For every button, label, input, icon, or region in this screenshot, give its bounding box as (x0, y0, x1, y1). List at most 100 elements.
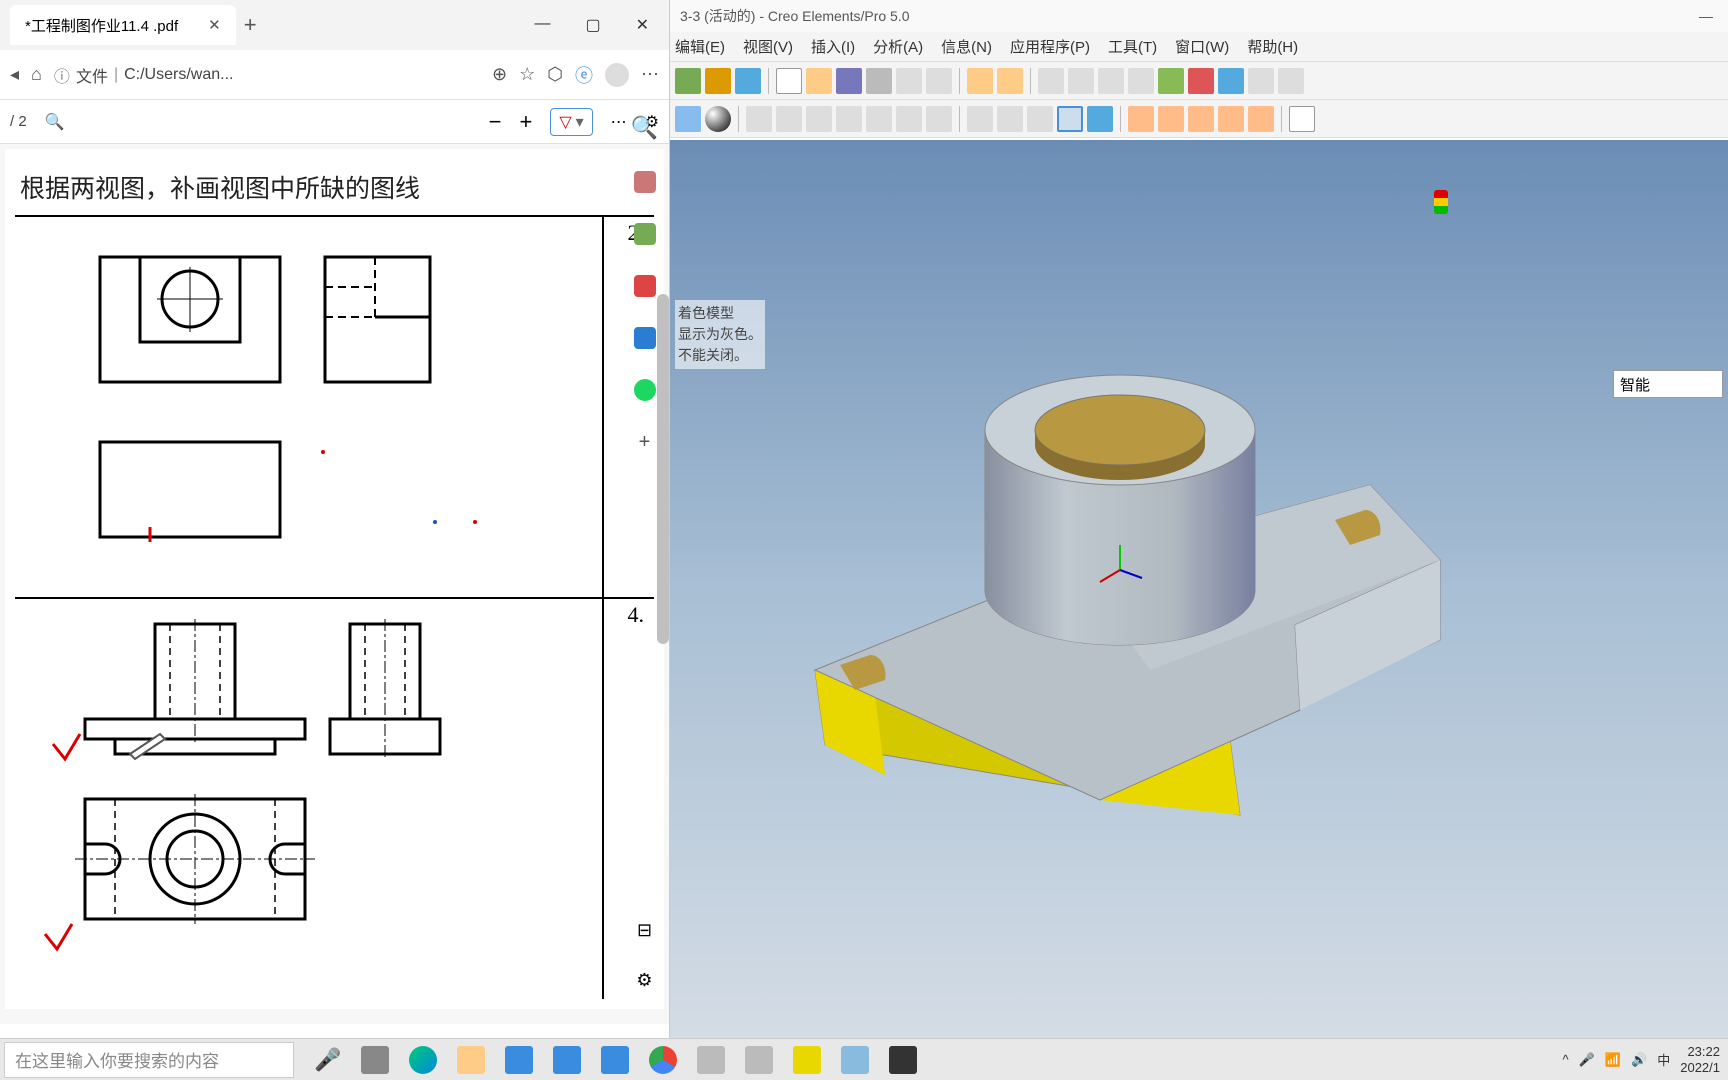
new-tab-button[interactable]: + (244, 12, 257, 38)
zoom-out-icon[interactable] (776, 106, 802, 132)
extensions-icon[interactable]: ⬡ (547, 64, 563, 85)
zoom-in-icon[interactable]: + (519, 109, 532, 135)
open-file-icon[interactable] (806, 68, 832, 94)
paste-icon[interactable] (1098, 68, 1124, 94)
collapse-icon[interactable]: ⊟ (637, 920, 652, 941)
edge-icon[interactable] (409, 1046, 437, 1074)
tool-icon[interactable] (1218, 68, 1244, 94)
tool-icon[interactable] (1087, 106, 1113, 132)
tool-icon[interactable] (926, 68, 952, 94)
new-file-icon[interactable] (776, 68, 802, 94)
menu-info[interactable]: 信息(N) (941, 36, 992, 57)
zoom-in-icon[interactable] (746, 106, 772, 132)
people-icon[interactable] (634, 223, 656, 245)
close-icon[interactable]: ✕ (208, 16, 221, 34)
cut-icon[interactable] (1038, 68, 1064, 94)
explorer-icon[interactable] (457, 1046, 485, 1074)
tool-icon[interactable] (1158, 68, 1184, 94)
creo-taskbar-icon[interactable] (793, 1046, 821, 1074)
menu-help[interactable]: 帮助(H) (1247, 36, 1298, 57)
draw-tool-dropdown[interactable]: ▽▾ (550, 108, 592, 136)
spotify-icon[interactable] (634, 379, 656, 401)
office-icon[interactable] (634, 275, 656, 297)
zoom-fit-icon[interactable] (806, 106, 832, 132)
add-sidebar-icon[interactable]: + (639, 431, 651, 454)
back-icon[interactable]: ◂ (10, 64, 19, 85)
mail-icon[interactable] (505, 1046, 533, 1074)
ie-icon[interactable]: ⓔ (575, 62, 593, 88)
creo-minimize-icon[interactable]: — (1699, 8, 1713, 24)
3d-model[interactable] (740, 270, 1540, 830)
address-text[interactable]: ⓘ 文件 | C:/Users/wan... (54, 63, 234, 87)
taskbar-search[interactable]: 在这里输入你要搜索的内容 (4, 1042, 294, 1078)
home-icon[interactable]: ⌂ (31, 64, 42, 85)
undo-icon[interactable] (967, 68, 993, 94)
menu-tools[interactable]: 工具(T) (1108, 36, 1157, 57)
hidden-line-icon[interactable] (997, 106, 1023, 132)
close-window-icon[interactable]: ✕ (636, 15, 649, 35)
redo-icon[interactable] (997, 68, 1023, 94)
sphere-icon[interactable] (705, 106, 731, 132)
snip-icon[interactable] (601, 1046, 629, 1074)
pdf-content-area[interactable]: 根据两视图，补画视图中所缺的图线 2. (0, 144, 669, 1024)
menu-window[interactable]: 窗口(W) (1175, 36, 1229, 57)
tool-icon[interactable] (1248, 106, 1274, 132)
app-icon[interactable] (745, 1046, 773, 1074)
favorite-icon[interactable]: ☆ (519, 64, 535, 85)
maximize-icon[interactable]: ▢ (585, 15, 600, 35)
menu-view[interactable]: 视图(V) (743, 36, 793, 57)
datum-plane-icon[interactable] (1128, 106, 1154, 132)
search-icon[interactable]: 🔍 (45, 112, 65, 132)
shopping-icon[interactable] (634, 171, 656, 193)
tool-icon[interactable] (675, 106, 701, 132)
browser-tab[interactable]: *工程制图作业11.4 .pdf ✕ (10, 5, 236, 45)
tool-icon[interactable] (896, 106, 922, 132)
tool-icon[interactable] (1188, 68, 1214, 94)
app-icon[interactable] (697, 1046, 725, 1074)
datum-axis-icon[interactable] (1158, 106, 1184, 132)
cortana-icon[interactable]: 🎤 (314, 1047, 341, 1073)
tool-icon[interactable] (1248, 68, 1274, 94)
smart-filter-dropdown[interactable]: 智能 (1613, 370, 1723, 398)
menu-app[interactable]: 应用程序(P) (1010, 36, 1090, 57)
wireframe-icon[interactable] (967, 106, 993, 132)
tool-icon[interactable] (1188, 106, 1214, 132)
tray-up-icon[interactable]: ^ (1563, 1052, 1569, 1067)
tool-icon[interactable] (836, 106, 862, 132)
menu-edit[interactable]: 编辑(E) (675, 36, 725, 57)
tool-icon[interactable] (705, 68, 731, 94)
tool-icon[interactable] (926, 106, 952, 132)
search-sidebar-icon[interactable]: 🔍 (631, 115, 658, 141)
tool-icon[interactable] (1128, 68, 1154, 94)
menu-analysis[interactable]: 分析(A) (873, 36, 923, 57)
zoom-out-icon[interactable]: − (489, 109, 502, 135)
app-icon[interactable] (889, 1046, 917, 1074)
app-icon[interactable] (841, 1046, 869, 1074)
menu-icon[interactable]: ⋯ (641, 64, 659, 85)
copy-icon[interactable] (1068, 68, 1094, 94)
profile-icon[interactable] (605, 63, 629, 87)
task-view-icon[interactable] (361, 1046, 389, 1074)
clock[interactable]: 23:22 2022/1 (1680, 1044, 1720, 1075)
tool-icon[interactable] (675, 68, 701, 94)
creo-3d-viewport[interactable]: 着色模型 显示为灰色。 不能关闭。 智能 (670, 140, 1728, 1038)
outlook-icon[interactable] (634, 327, 656, 349)
no-hidden-icon[interactable] (1027, 106, 1053, 132)
tool-icon[interactable] (896, 68, 922, 94)
menu-insert[interactable]: 插入(I) (811, 36, 855, 57)
minimize-icon[interactable]: — (534, 15, 550, 35)
zoom-icon[interactable]: ⊕ (492, 64, 507, 85)
volume-icon[interactable]: 🔊 (1631, 1052, 1647, 1068)
sidebar-settings-icon[interactable]: ⚙ (636, 970, 652, 991)
save-icon[interactable] (836, 68, 862, 94)
print-icon[interactable] (866, 68, 892, 94)
tool-icon[interactable] (866, 106, 892, 132)
tool-icon[interactable] (1278, 68, 1304, 94)
tool-icon[interactable] (1218, 106, 1244, 132)
help-icon[interactable] (1289, 106, 1315, 132)
chrome-icon[interactable] (649, 1046, 677, 1074)
mic-tray-icon[interactable]: 🎤 (1579, 1052, 1595, 1068)
tool-icon[interactable] (735, 68, 761, 94)
wifi-icon[interactable]: 📶 (1605, 1052, 1621, 1068)
shaded-icon[interactable] (1057, 106, 1083, 132)
